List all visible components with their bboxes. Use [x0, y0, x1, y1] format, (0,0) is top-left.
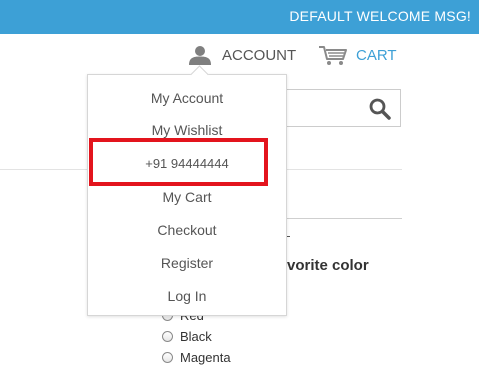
- radio-button[interactable]: [162, 352, 173, 363]
- account-label: ACCOUNT: [222, 46, 297, 64]
- menu-item-log-in[interactable]: Log In: [88, 287, 286, 305]
- menu-item-my-cart[interactable]: My Cart: [88, 188, 286, 206]
- radio-button[interactable]: [162, 331, 173, 342]
- menu-item-checkout[interactable]: Checkout: [88, 221, 286, 239]
- account-dropdown-menu: My Account My Wishlist +91 94444444 My C…: [87, 74, 287, 316]
- cart-label: CART: [356, 46, 397, 64]
- cart-link[interactable]: CART: [318, 44, 397, 66]
- poll-option-magenta[interactable]: Magenta: [162, 350, 231, 365]
- cart-icon: [319, 46, 347, 65]
- search-icon[interactable]: [368, 97, 392, 121]
- menu-item-register[interactable]: Register: [88, 254, 286, 272]
- user-icon: [189, 46, 211, 65]
- welcome-message: DEFAULT WELCOME MSG!: [289, 8, 471, 24]
- top-bar: DEFAULT WELCOME MSG!: [0, 0, 479, 34]
- poll-option-label: Magenta: [180, 350, 231, 365]
- poll-option-label: Black: [180, 329, 212, 344]
- poll-option-black[interactable]: Black: [162, 329, 212, 344]
- divider: [287, 218, 402, 219]
- search-box[interactable]: [285, 89, 401, 127]
- menu-item-my-account[interactable]: My Account: [88, 89, 286, 107]
- menu-item-my-wishlist[interactable]: My Wishlist: [88, 121, 286, 139]
- account-link[interactable]: ACCOUNT: [188, 44, 296, 66]
- poll-question: vorite color: [287, 257, 369, 274]
- highlight-annotation: [89, 138, 268, 186]
